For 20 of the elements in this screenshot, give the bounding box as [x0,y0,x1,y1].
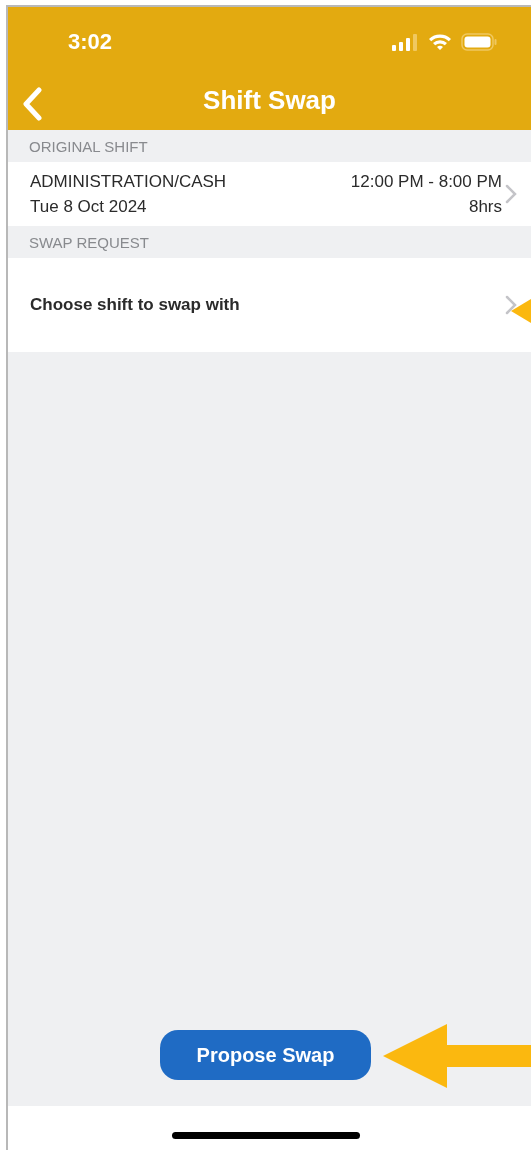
shift-department: ADMINISTRATION/CASH [30,171,228,192]
status-time: 3:02 [68,29,113,55]
signal-icon [392,33,419,51]
arrow-icon [511,299,531,323]
choose-shift-row[interactable]: Choose shift to swap with [8,258,531,352]
screen-title: Shift Swap [203,85,336,116]
shift-date: Tue 8 Oct 2024 [30,196,148,217]
shift-row[interactable]: ADMINISTRATION/CASH Tue 8 Oct 2024 12:00 PM - 8:00 PM 8hrs [8,162,531,226]
propose-swap-button[interactable]: Propose Swap [160,1030,371,1080]
back-icon[interactable] [21,87,43,121]
choose-shift-label: Choose shift to swap with [30,295,241,315]
shift-time: 12:00 PM - 8:00 PM [350,171,502,192]
arrow-icon [383,1024,531,1088]
chevron-icon [505,295,517,315]
wifi-icon [428,33,452,51]
chevron-icon [505,184,517,204]
shift-duration: 8hrs [468,196,502,217]
section-header: ORIGINAL SHIFT [29,137,148,155]
section-header: SWAP REQUEST [29,233,150,251]
battery-icon [461,33,497,51]
